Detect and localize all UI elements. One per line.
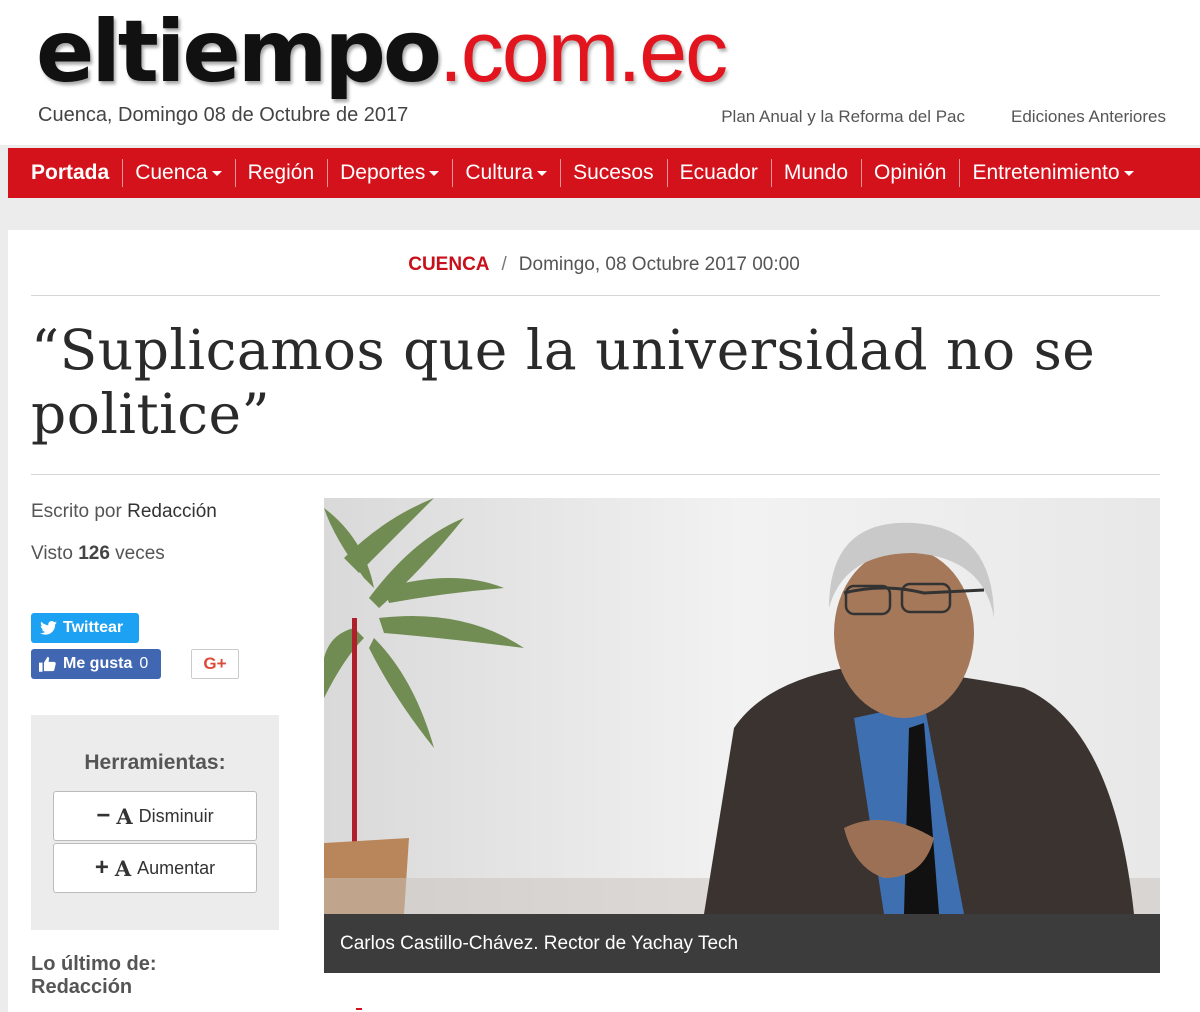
nav-item-label: Opinión [874,161,947,184]
article-author: Escrito por Redacción [31,501,217,523]
font-size-icon: A [116,803,133,829]
site-header: eltiempo.com.ec Cuenca, Domingo 08 de Oc… [0,0,1200,145]
nav-item-label: Portada [31,161,110,184]
nav-item-entretenimiento[interactable]: Entretenimiento [959,148,1146,198]
nav-item-label: Entretenimiento [972,161,1120,184]
article-title: “Suplicamos que la universidad no se pol… [31,318,1096,446]
thumbs-up-icon [39,656,56,672]
decorative-mark [356,1008,362,1010]
increase-label: Aumentar [137,857,216,878]
twitter-share-button[interactable]: Twittear [31,613,139,643]
twitter-label: Twittear [63,619,124,636]
views-count: 126 [78,543,110,564]
latest-heading: Lo último de: [31,953,157,975]
facebook-count: 0 [139,655,149,672]
nav-item-portada[interactable]: Portada [8,148,122,198]
nav-item-opinion[interactable]: Opinión [861,148,959,198]
nav-item-label: Sucesos [573,161,654,184]
nav-item-region[interactable]: Región [234,148,328,198]
nav-item-ecuador[interactable]: Ecuador [666,148,771,198]
main-nav: Portada Cuenca Región Deportes Cultura S… [8,148,1200,198]
latest-from-author: Lo último de: Redacción [31,953,157,999]
google-plus-icon: G+ [203,654,227,673]
latest-author[interactable]: Redacción [31,976,157,999]
font-size-icon: A [114,855,132,881]
views-prefix: Visto [31,543,73,564]
nav-item-label: Ecuador [679,161,758,184]
article-category[interactable]: CUENCA [408,254,489,275]
minus-icon: − [96,802,111,829]
logo-text-domain: .com.ec [438,4,728,100]
nav-item-label: Región [247,161,315,184]
article-meta: CUENCA / Domingo, 08 Octubre 2017 00:00 [8,254,1200,276]
decrease-font-button[interactable]: − A Disminuir [53,791,257,841]
article-date: Domingo, 08 Octubre 2017 00:00 [518,254,800,275]
logo-text-main: eltiempo [36,2,442,102]
author-name[interactable]: Redacción [127,501,217,522]
facebook-like-button[interactable]: Me gusta 0 [31,649,161,679]
decrease-label: Disminuir [138,805,214,826]
caret-down-icon [429,170,440,176]
nav-item-label: Cuenca [135,161,208,184]
caret-down-icon [211,170,222,176]
header-date: Cuenca, Domingo 08 de Octubre de 2017 [38,104,409,126]
twitter-bird-icon [40,621,57,635]
tools-title: Herramientas: [84,751,226,774]
tools-panel: Herramientas: − A Disminuir + A Aumentar [31,715,279,930]
nav-item-sucesos[interactable]: Sucesos [560,148,667,198]
article-photo [324,498,1160,914]
link-plan-anual[interactable]: Plan Anual y la Reforma del Pac [721,107,965,127]
header-links: Plan Anual y la Reforma del Pac Edicione… [721,107,1166,127]
article-card: CUENCA / Domingo, 08 Octubre 2017 00:00 “S… [8,230,1200,1012]
photo-caption: Carlos Castillo-Chávez. Rector de Yachay… [324,914,1160,973]
site-logo[interactable]: eltiempo.com.ec [36,8,728,96]
caret-down-icon [1123,170,1134,176]
divider [31,295,1160,296]
article-views: Visto 126 veces [31,543,165,565]
views-suffix: veces [115,543,165,564]
author-prefix: Escrito por [31,501,122,522]
link-ediciones-anteriores[interactable]: Ediciones Anteriores [1011,107,1166,127]
increase-font-button[interactable]: + A Aumentar [53,843,257,893]
nav-item-cuenca[interactable]: Cuenca [122,148,234,198]
portrait-photo-illustration [324,498,1160,914]
caret-down-icon [537,170,548,176]
google-plus-button[interactable]: G+ [191,649,239,679]
plus-icon: + [94,854,109,881]
nav-item-label: Deportes [340,161,426,184]
nav-item-mundo[interactable]: Mundo [770,148,861,198]
meta-separator: / [501,254,507,275]
nav-item-label: Cultura [465,161,534,184]
facebook-label: Me gusta [63,655,133,672]
nav-item-label: Mundo [783,161,849,184]
divider [31,474,1160,475]
nav-item-cultura[interactable]: Cultura [452,148,560,198]
nav-item-deportes[interactable]: Deportes [327,148,452,198]
